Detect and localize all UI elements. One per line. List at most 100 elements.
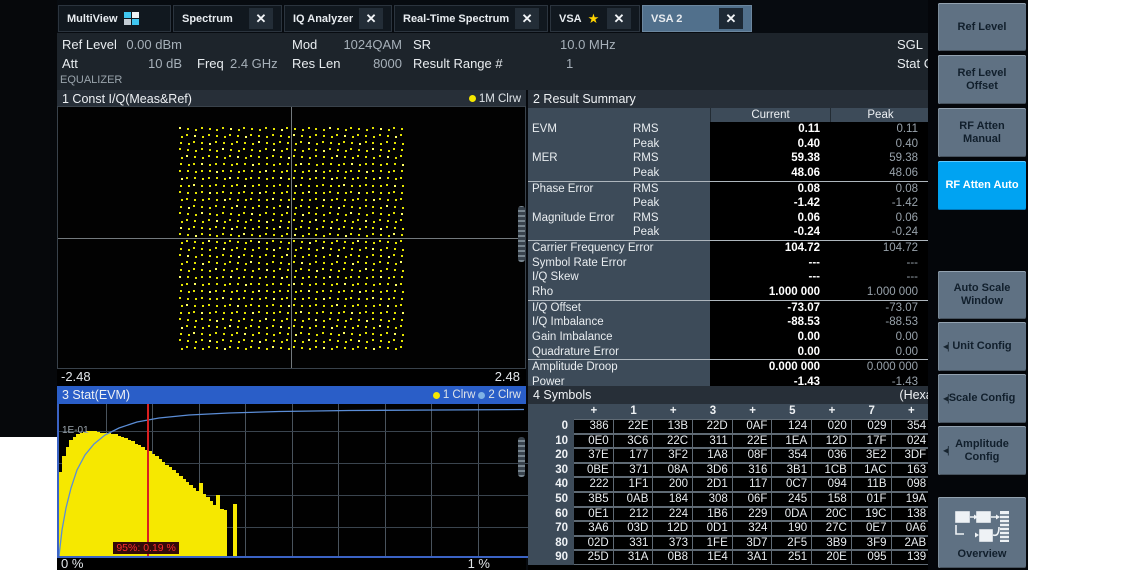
tab-close-icon[interactable]: ✕: [249, 8, 273, 29]
constellation-point: [187, 213, 189, 215]
symbol-cell: 251: [772, 550, 812, 565]
constellation-point: [323, 177, 325, 179]
tab-close-icon[interactable]: ✕: [719, 8, 743, 29]
softkey-ref-level[interactable]: Ref Level: [938, 3, 1026, 51]
symbols-row: 100E03C622C31122E1EA12D17F0242AF: [528, 434, 971, 449]
panel3-title: 3 Stat(EVM): [62, 388, 130, 402]
constellation-point: [315, 192, 317, 194]
constellation-point: [329, 127, 331, 129]
setting-att[interactable]: Att: [62, 54, 78, 74]
setting-10-0-mhz[interactable]: 10.0 MHz: [560, 35, 616, 55]
setting-ref-level[interactable]: Ref Level: [62, 35, 117, 55]
tab-multiview[interactable]: MultiView: [58, 5, 171, 32]
result-peak: 0.08: [830, 182, 930, 197]
result-row: MERRMS59.3859.38dB: [528, 151, 985, 166]
setting-2-4-ghz[interactable]: 2.4 GHz: [230, 54, 278, 74]
constellation-point: [208, 261, 210, 263]
constellation-point: [243, 212, 245, 214]
symbol-cell: 25D: [574, 550, 614, 565]
tab-iq-analyzer[interactable]: IQ Analyzer✕: [284, 5, 392, 32]
panel4-header[interactable]: 4 Symbols (Hexadecimal): [528, 386, 985, 404]
constellation-point: [344, 177, 346, 179]
constellation-point: [365, 205, 367, 207]
symbol-cell: 0D1: [693, 521, 733, 536]
symbol-cell: 19C: [852, 507, 892, 522]
constellation-point: [251, 255, 253, 257]
setting-mod[interactable]: Mod: [292, 35, 317, 55]
constellation-point: [266, 221, 268, 223]
setting-10-db[interactable]: 10 dB: [117, 54, 182, 74]
constellation-point: [187, 255, 189, 257]
setting-freq[interactable]: Freq: [197, 54, 224, 74]
constellation-point: [380, 128, 382, 130]
constellation-point: [294, 128, 296, 130]
constellation-point: [286, 233, 288, 235]
tab-close-icon[interactable]: ✕: [607, 8, 631, 29]
softkey-ref-level-offset[interactable]: Ref Level Offset: [938, 55, 1026, 104]
setting-result-range-[interactable]: Result Range #: [413, 54, 503, 74]
pane-grip-bottom[interactable]: [518, 437, 525, 477]
setting-8000[interactable]: 8000: [327, 54, 402, 74]
constellation-point: [237, 220, 239, 222]
result-row: Carrier Frequency Error104.72104.72Hz: [528, 240, 985, 256]
constellation-point: [350, 191, 352, 193]
submenu-arrow-icon: ◂|: [943, 341, 949, 352]
constellation-point: [250, 177, 252, 179]
setting-0-00-dbm[interactable]: 0.00 dBm: [117, 35, 182, 55]
symbol-cell: 06F: [733, 492, 773, 507]
setting-sgl[interactable]: SGL: [897, 35, 923, 55]
constellation-point: [201, 318, 203, 320]
softkey-scale-config[interactable]: ◂|Scale Config: [938, 374, 1026, 423]
constellation-point: [286, 318, 288, 320]
constellation-point: [379, 177, 381, 179]
symbol-cell: 13B: [653, 419, 693, 434]
softkey-overview[interactable]: Overview: [938, 497, 1026, 568]
constellation-point: [193, 290, 195, 292]
percentile-marker-line[interactable]: [147, 404, 149, 556]
softkey-amplitude-config[interactable]: ◂|Amplitude Config: [938, 426, 1026, 475]
softkey-rf-atten-auto[interactable]: RF Atten Auto: [938, 161, 1026, 210]
pane-grip-top[interactable]: [518, 206, 525, 262]
constellation-point: [259, 320, 261, 322]
setting-1024qam[interactable]: 1024QAM: [327, 35, 402, 55]
tab-real-time-spectrum[interactable]: Real-Time Spectrum✕: [394, 5, 548, 32]
softkey-label: Auto Scale Window: [943, 282, 1021, 308]
panel3-header[interactable]: 3 Stat(EVM) 1 Clrw2 Clrw: [57, 386, 526, 404]
constellation-point: [352, 136, 354, 138]
constellation-point: [238, 341, 240, 343]
constellation-point: [316, 228, 318, 230]
constellation-point: [315, 177, 317, 179]
symbol-cell: 331: [614, 536, 654, 551]
constellation-point: [331, 263, 333, 265]
tab-close-icon[interactable]: ✕: [359, 8, 383, 29]
constellation-point: [251, 298, 253, 300]
constellation-point: [287, 269, 289, 271]
setting-1[interactable]: 1: [566, 54, 573, 74]
symbol-cell: 3A6: [574, 521, 614, 536]
constellation-point: [315, 219, 317, 221]
constellation-point: [336, 325, 338, 327]
constellation-point: [258, 184, 260, 186]
constellation-point: [315, 128, 317, 130]
tab-vsa-2[interactable]: VSA 2✕: [642, 5, 752, 32]
constellation-point: [338, 164, 340, 166]
symbol-cell: 158: [812, 492, 852, 507]
constellation-point: [295, 270, 297, 272]
softkey-auto-scale-window[interactable]: Auto Scale Window: [938, 271, 1026, 319]
setting-sr[interactable]: SR: [413, 35, 431, 55]
constellation-point: [252, 164, 254, 166]
softkey-rf-atten-manual[interactable]: RF Atten Manual: [938, 108, 1026, 157]
softkey-unit-config[interactable]: ◂|Unit Config: [938, 322, 1026, 371]
constellation-point: [230, 255, 232, 257]
tab-vsa[interactable]: VSA★✕: [550, 5, 640, 32]
constellation-point: [372, 206, 374, 208]
tab-close-icon[interactable]: ✕: [515, 8, 539, 29]
symbols-corner: [528, 404, 574, 419]
tab-spectrum[interactable]: Spectrum✕: [173, 5, 282, 32]
constellation-point: [231, 143, 233, 145]
symbols-col-header: +: [574, 404, 614, 419]
panel2-header[interactable]: 2 Result Summary: [528, 90, 985, 108]
panel1-header[interactable]: 1 Const I/Q(Meas&Ref) 1M Clrw: [57, 90, 526, 107]
result-row: Gain Imbalance0.000.00dB: [528, 330, 985, 345]
result-current: -73.07: [710, 301, 830, 316]
